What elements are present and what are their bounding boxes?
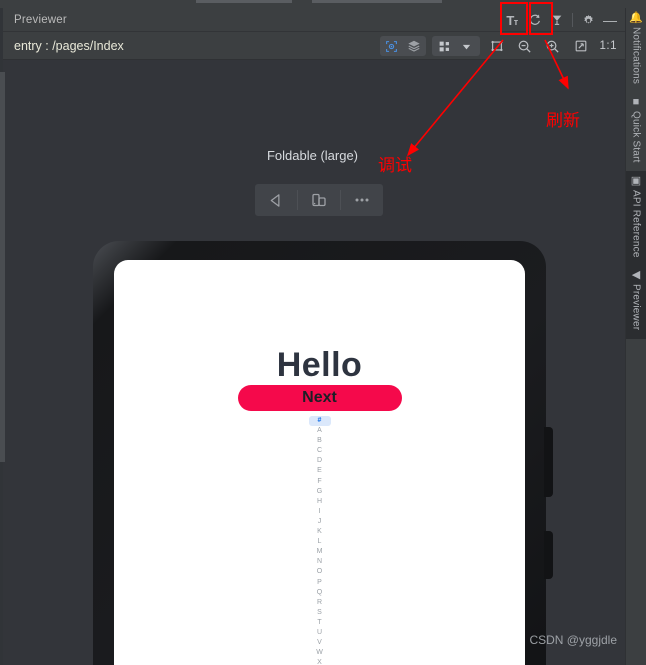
fit-to-window-button[interactable] [570,35,592,57]
more-options-button[interactable] [341,184,383,216]
more-dots-icon [355,198,369,202]
alpha-index-item[interactable]: T [309,618,331,628]
alphabet-index-list[interactable]: #ABCDEFGHIJKLMNOPQRSTUVWXYZ [308,416,331,665]
alpha-index-item[interactable]: J [309,517,331,527]
annotation-box-debug [500,2,528,35]
alpha-index-item[interactable]: K [309,527,331,537]
chevron-down-icon [462,44,471,49]
alpha-index-item[interactable]: R [309,598,331,608]
layout-dropdown-button[interactable] [456,37,478,55]
settings-button[interactable] [577,9,599,31]
rail-item-notifications[interactable]: 🔔 Notifications [626,8,646,92]
editor-tab-stub-2[interactable] [312,0,442,3]
alpha-index-item[interactable]: H [309,497,331,507]
fold-toggle-button[interactable] [298,184,340,216]
alpha-index-item[interactable]: M [309,547,331,557]
select-frame-button[interactable] [486,35,508,57]
device-screen[interactable]: Hello Next #ABCDEFGHIJKLMNOPQRSTUVWXYZ [114,260,525,665]
left-scrollbar[interactable] [0,72,5,462]
layers-icon [407,40,420,52]
layers-button[interactable] [403,37,425,55]
title-bar-divider [572,13,573,27]
annotation-label-debug: 调试 [378,156,412,176]
alpha-index-item[interactable]: Q [309,588,331,598]
quickstart-icon: ■ [632,96,640,109]
minimize-button[interactable]: — [599,9,621,31]
alpha-index-item[interactable]: I [309,507,331,517]
alpha-index-item[interactable]: F [309,477,331,487]
annotation-label-refresh: 刷新 [546,111,580,131]
rail-item-api-reference[interactable]: ▣ API Reference [625,170,646,266]
watermark-label: CSDN @yggjdle [529,633,617,647]
preview-canvas: Foldable (large) Hello Next # A B C D E … [0,60,625,665]
rail-label-notifications: Notifications [630,27,642,85]
rotate-left-button[interactable] [255,184,297,216]
device-side-button-2[interactable] [544,531,553,579]
zoom-ratio-label[interactable]: 1:1 [598,40,624,52]
fit-to-window-icon [575,40,586,52]
alpha-index-item[interactable]: P [309,578,331,588]
fold-device-icon [312,193,326,207]
editor-tab-stub-1[interactable] [196,0,292,3]
right-tool-rail: 🔔 Notifications ■ Quick Start ▣ API Refe… [625,8,646,665]
rail-item-quick-start[interactable]: ■ Quick Start [626,92,646,171]
minimize-icon: — [603,12,617,28]
alpha-index-item[interactable]: X [309,658,331,665]
next-button[interactable]: Next [237,385,402,411]
rail-item-previewer[interactable]: ◀ Previewer [625,265,646,339]
entry-bar-tools: 1:1 [379,32,624,60]
rail-label-previewer: Previewer [630,284,642,331]
alpha-index-item[interactable]: L [309,537,331,547]
gear-icon [583,14,593,24]
bell-icon: 🔔 [629,12,643,24]
entry-bar: entry : /pages/Index 1:1 [0,32,625,60]
api-icon: ▣ [630,174,642,187]
zoom-out-icon [518,40,531,53]
zoom-in-icon [546,40,559,53]
zoom-out-button[interactable] [514,35,536,57]
zoom-in-button[interactable] [542,35,564,57]
grid-layout-button[interactable] [434,37,456,55]
rail-label-api-reference: API Reference [630,189,642,258]
alpha-index-item[interactable]: B [309,436,331,446]
alpha-index-item[interactable]: O [309,567,331,577]
select-frame-icon [490,40,503,52]
alpha-index-item[interactable]: D [309,456,331,466]
grid-icon [439,41,449,51]
layout-mode-group [431,36,480,56]
inspector-icon [386,40,397,52]
alpha-index-item[interactable]: V [309,638,331,648]
alpha-index-item[interactable]: E [309,466,331,476]
alpha-index-item[interactable]: U [309,628,331,638]
device-side-button-1[interactable] [544,427,553,497]
entry-path-label: entry : /pages/Index [14,38,124,53]
app-heading: Hello [276,346,363,384]
alpha-index-item[interactable]: N [309,557,331,567]
device-toolbar [255,184,383,216]
device-title-label: Foldable (large) [266,148,359,163]
alpha-index-item[interactable]: G [309,487,331,497]
device-frame: Hello Next #ABCDEFGHIJKLMNOPQRSTUVWXYZ [93,241,553,665]
annotation-box-refresh [529,2,553,35]
alpha-index-item[interactable]: A [309,426,331,436]
alpha-index-item[interactable]: W [309,648,331,658]
alpha-index-item[interactable]: S [309,608,331,618]
previewer-icon: ◀ [631,269,641,282]
previewer-title: Previewer [14,13,67,26]
rotate-left-icon [270,193,279,207]
inspect-tool-group [379,36,426,56]
alpha-index-item[interactable]: C [309,446,331,456]
alpha-index-item[interactable]: # [308,416,331,427]
previewer-window: Previewer Tт — entry: /pages/Index 1:1 … [0,8,625,665]
inspector-button[interactable] [380,37,403,55]
rail-label-quick-start: Quick Start [630,111,642,163]
